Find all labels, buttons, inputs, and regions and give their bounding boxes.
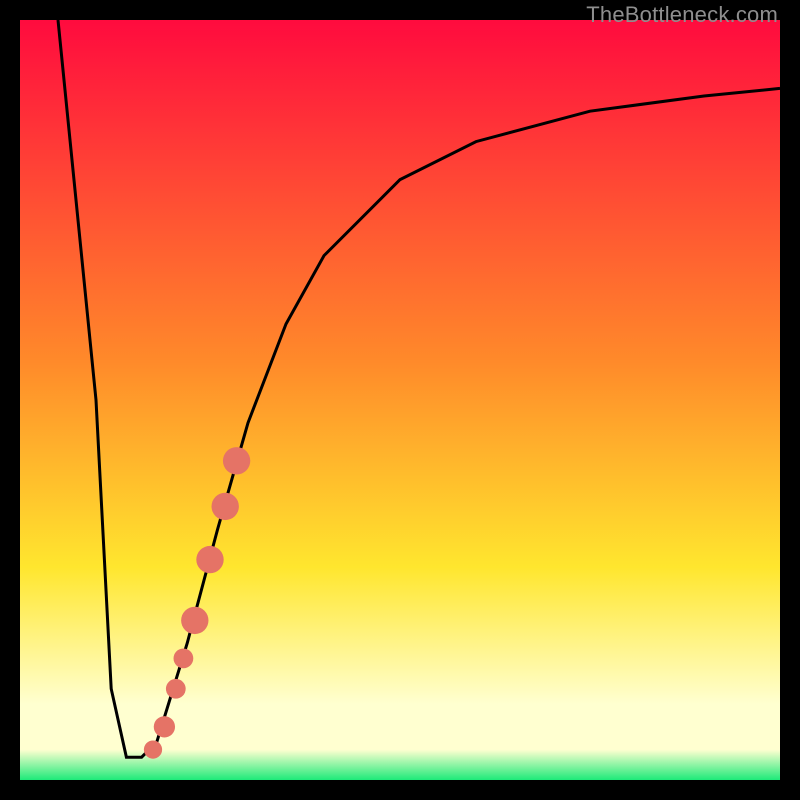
watermark-text: TheBottleneck.com bbox=[586, 2, 778, 28]
marker-dot bbox=[181, 607, 208, 634]
marker-dot bbox=[196, 546, 223, 573]
marker-dot bbox=[223, 447, 250, 474]
marker-dot bbox=[166, 679, 186, 699]
gradient-background bbox=[20, 20, 780, 780]
marker-dot bbox=[144, 740, 162, 758]
marker-dot bbox=[154, 716, 175, 737]
chart-frame: TheBottleneck.com bbox=[0, 0, 800, 800]
marker-dot bbox=[174, 649, 194, 669]
bottleneck-chart bbox=[20, 20, 780, 780]
marker-dot bbox=[212, 493, 239, 520]
